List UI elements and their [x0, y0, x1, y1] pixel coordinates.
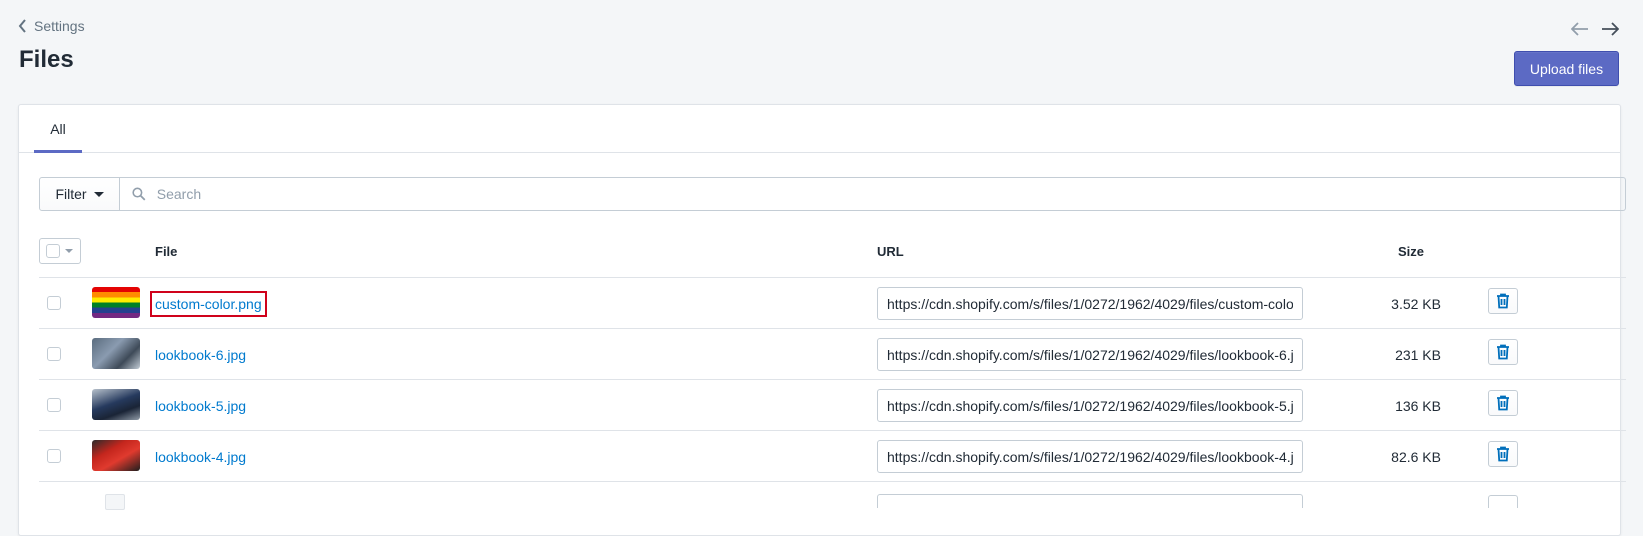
file-thumbnail: [105, 494, 125, 510]
file-size: 231 KB: [1395, 347, 1441, 363]
file-thumbnail: [92, 338, 140, 369]
arrow-right-icon[interactable]: [1599, 18, 1621, 40]
back-to-settings-link[interactable]: Settings: [18, 18, 85, 34]
table-header: File URL Size: [39, 228, 1626, 278]
back-link-label: Settings: [34, 18, 85, 34]
search-field: [120, 177, 1626, 211]
file-url-field[interactable]: [877, 440, 1303, 473]
select-all-checkbox[interactable]: [46, 244, 60, 258]
upload-files-button[interactable]: Upload files: [1514, 51, 1619, 86]
page-title: Files: [19, 46, 74, 73]
files-card: All Filter File URL Size custom-color.pn…: [18, 104, 1626, 536]
filter-button[interactable]: Filter: [39, 177, 120, 211]
bulk-select-dropdown[interactable]: [39, 238, 81, 264]
arrow-left-icon[interactable]: [1569, 18, 1591, 40]
trash-icon: [1497, 293, 1509, 309]
caret-down-icon: [93, 191, 104, 197]
chevron-left-icon: [18, 19, 26, 33]
row-checkbox[interactable]: [47, 398, 61, 412]
delete-file-button[interactable]: [1488, 339, 1518, 365]
column-header-size: Size: [1398, 244, 1425, 259]
column-header-url: URL: [877, 244, 904, 259]
file-name-link[interactable]: lookbook-5.jpg: [155, 398, 246, 414]
caret-down-icon: [65, 249, 73, 253]
file-size: 136 KB: [1395, 398, 1441, 414]
table-row: lookbook-5.jpg 136 KB: [39, 380, 1626, 431]
table-row: custom-color.png 3.52 KB: [39, 278, 1626, 329]
file-size: 82.6 KB: [1391, 449, 1441, 465]
tab-all[interactable]: All: [34, 105, 82, 153]
trash-icon: [1497, 446, 1509, 462]
delete-file-button[interactable]: [1488, 495, 1518, 508]
table-row: lookbook-6.jpg 231 KB: [39, 329, 1626, 380]
trash-icon: [1497, 344, 1509, 360]
file-thumbnail: [92, 389, 140, 420]
lookbook-photo-image: [92, 440, 140, 471]
pagination: [1569, 18, 1621, 40]
table-row-partial: [39, 488, 1626, 510]
filter-row: Filter: [39, 177, 1626, 211]
file-size: 3.52 KB: [1391, 296, 1441, 312]
lookbook-photo-image: [92, 389, 140, 420]
file-url-field[interactable]: [877, 389, 1303, 422]
search-icon: [132, 187, 146, 201]
search-input[interactable]: [154, 185, 1625, 203]
column-header-file: File: [155, 244, 178, 259]
file-name-link[interactable]: lookbook-6.jpg: [155, 347, 246, 363]
trash-icon: [1497, 395, 1509, 411]
row-checkbox[interactable]: [47, 296, 61, 310]
tab-bar: All: [19, 105, 1620, 153]
delete-file-button[interactable]: [1488, 390, 1518, 416]
file-thumbnail: [92, 287, 140, 318]
delete-file-button[interactable]: [1488, 288, 1518, 314]
file-url-field[interactable]: [877, 494, 1303, 508]
file-url-field[interactable]: [877, 287, 1303, 320]
table-row: lookbook-4.jpg 82.6 KB: [39, 431, 1626, 482]
file-url-field[interactable]: [877, 338, 1303, 371]
file-name-link[interactable]: lookbook-4.jpg: [155, 449, 246, 465]
file-name-link[interactable]: custom-color.png: [150, 291, 267, 317]
row-checkbox[interactable]: [47, 449, 61, 463]
lookbook-photo-image: [92, 338, 140, 369]
filter-label: Filter: [55, 186, 87, 202]
delete-file-button[interactable]: [1488, 441, 1518, 467]
file-thumbnail: [92, 440, 140, 471]
row-checkbox[interactable]: [47, 347, 61, 361]
rainbow-flag-image: [92, 287, 140, 318]
